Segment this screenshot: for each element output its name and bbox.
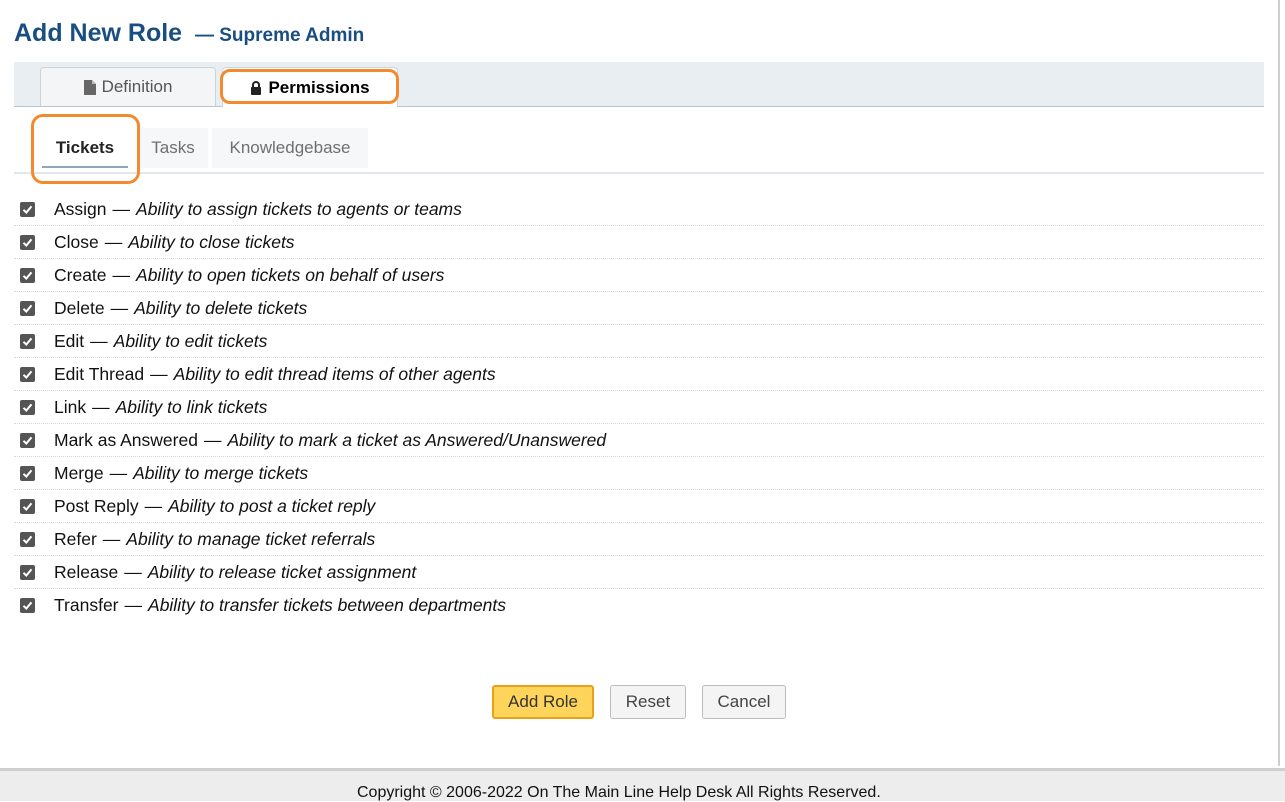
permission-name[interactable]: Close — [54, 232, 99, 253]
permission-row: Link — Ability to link tickets — [14, 391, 1264, 424]
permission-description: Ability to close tickets — [128, 231, 295, 252]
permission-checkbox[interactable] — [20, 531, 35, 547]
permission-row: Post Reply — Ability to post a ticket repl… — [14, 490, 1264, 523]
checkmark-icon — [22, 502, 33, 511]
permission-description: Ability to edit thread items of other ag… — [173, 363, 496, 384]
permission-separator: — — [90, 330, 108, 351]
permission-name[interactable]: Delete — [54, 298, 105, 319]
permission-name[interactable]: Edit Thread — [54, 364, 144, 385]
permission-row: Edit — Ability to edit tickets — [14, 325, 1264, 358]
subtab-knowledgebase[interactable]: Knowledgebase — [212, 128, 368, 168]
tickets-subtab-highlight — [31, 114, 140, 184]
permission-name[interactable]: Link — [54, 397, 86, 418]
cancel-button[interactable]: Cancel — [702, 685, 786, 719]
permission-separator: — — [102, 528, 121, 549]
checkmark-icon — [22, 337, 33, 346]
permission-row: Close — Ability to close tickets — [14, 226, 1264, 259]
sub-tab-bar: Tickets Tasks Knowledgebase — [14, 126, 1264, 174]
checkmark-icon — [22, 304, 33, 313]
permission-row: Edit Thread — Ability to edit thread items… — [14, 358, 1264, 391]
footer: Copyright © 2006-2022 On The Main Line H… — [0, 768, 1285, 801]
permission-checkbox[interactable] — [20, 564, 35, 580]
checkmark-icon — [22, 238, 33, 247]
permission-separator: — — [150, 363, 168, 384]
checkmark-icon — [22, 469, 33, 478]
permission-separator: — — [124, 561, 142, 582]
permission-description: Ability to link tickets — [115, 396, 268, 417]
permission-checkbox[interactable] — [20, 201, 35, 217]
subtab-tasks[interactable]: Tasks — [138, 128, 208, 168]
subtab-tasks-label: Tasks — [151, 138, 195, 157]
permission-checkbox[interactable] — [20, 366, 35, 382]
permission-name[interactable]: Post Reply — [54, 496, 139, 517]
permission-checkbox[interactable] — [20, 498, 35, 514]
checkmark-icon — [22, 271, 33, 280]
permission-row: Refer — Ability to manage ticket referrals — [14, 523, 1264, 556]
permission-row: Delete — Ability to delete tickets — [14, 292, 1264, 325]
checkmark-icon — [22, 403, 33, 412]
permission-name[interactable]: Merge — [54, 463, 104, 484]
checkmark-icon — [22, 601, 33, 610]
copyright-text: Copyright © 2006-2022 On The Main Line H… — [357, 784, 881, 801]
main-tab-bar: Definition Permissions — [14, 62, 1264, 107]
checkmark-icon — [22, 205, 33, 214]
checkmark-icon — [22, 370, 33, 379]
permission-separator: — — [92, 396, 110, 417]
permission-checkbox[interactable] — [20, 234, 35, 250]
permission-checkbox[interactable] — [20, 267, 35, 283]
checkmark-icon — [22, 535, 33, 544]
checkmark-icon — [22, 568, 33, 577]
permission-checkbox[interactable] — [20, 399, 35, 415]
permission-name[interactable]: Transfer — [54, 595, 119, 616]
permission-list: Assign — Ability to assign tickets to agen… — [14, 193, 1264, 622]
permission-separator: — — [203, 429, 222, 450]
permission-description: Ability to open tickets on behalf of use… — [136, 264, 445, 285]
permission-description: Ability to edit tickets — [113, 330, 268, 351]
permission-separator: — — [109, 462, 128, 483]
permission-row: Merge — Ability to merge tickets — [14, 457, 1264, 490]
permission-description: Ability to delete tickets — [134, 297, 308, 318]
permission-checkbox[interactable] — [20, 598, 35, 613]
permission-description: Ability to transfer tickets between depa… — [148, 595, 506, 615]
permission-row: Assign — Ability to assign tickets to agen… — [14, 193, 1264, 226]
permission-name[interactable]: Create — [54, 265, 107, 286]
permission-separator: — — [110, 297, 129, 318]
checkmark-icon — [22, 436, 33, 445]
permission-description: Ability to mark a ticket as Answered/Una… — [227, 429, 607, 450]
page-title: Add New Role — Supreme Admin — [14, 12, 364, 49]
permissions-tab-highlight — [220, 69, 399, 104]
permission-name[interactable]: Assign — [54, 199, 107, 220]
permission-separator: — — [144, 495, 163, 516]
permission-description: Ability to assign tickets to agents or t… — [136, 198, 462, 219]
page-container: Add New Role — Supreme Admin Definition … — [0, 0, 1280, 766]
subtab-knowledgebase-label: Knowledgebase — [229, 138, 351, 157]
permission-row: Create — Ability to open tickets on behalf… — [14, 259, 1264, 292]
permission-separator: — — [112, 198, 131, 219]
permission-row: Mark as Answered — Ability to mark a ticke… — [14, 424, 1264, 457]
document-icon — [83, 79, 96, 95]
permission-name[interactable]: Edit — [54, 331, 84, 352]
reset-button[interactable]: Reset — [610, 685, 686, 719]
permission-checkbox[interactable] — [20, 300, 35, 316]
permission-row: Transfer — Ability to transfer tickets bet… — [14, 589, 1264, 622]
permission-separator: — — [112, 264, 131, 285]
page-subtitle: — Supreme Admin — [194, 25, 365, 46]
permission-name[interactable]: Refer — [54, 529, 97, 550]
permission-separator: — — [124, 595, 143, 615]
tab-definition[interactable]: Definition — [40, 67, 216, 106]
page-title-text: Add New Role — [14, 19, 183, 47]
permission-checkbox[interactable] — [20, 465, 35, 481]
permission-name[interactable]: Release — [54, 562, 118, 583]
permission-description: Ability to manage ticket referrals — [126, 528, 376, 549]
permission-checkbox[interactable] — [20, 432, 35, 448]
permission-description: Ability to release ticket assignment — [147, 561, 417, 582]
add-role-button[interactable]: Add Role — [492, 685, 594, 719]
permission-description: Ability to merge tickets — [133, 462, 309, 483]
permission-name[interactable]: Mark as Answered — [54, 430, 198, 451]
permission-row: Release — Ability to release ticket assign… — [14, 556, 1264, 589]
permission-separator: — — [104, 231, 123, 252]
permission-description: Ability to post a ticket reply — [168, 495, 376, 516]
permission-checkbox[interactable] — [20, 333, 35, 349]
tab-definition-label: Definition — [101, 77, 173, 96]
